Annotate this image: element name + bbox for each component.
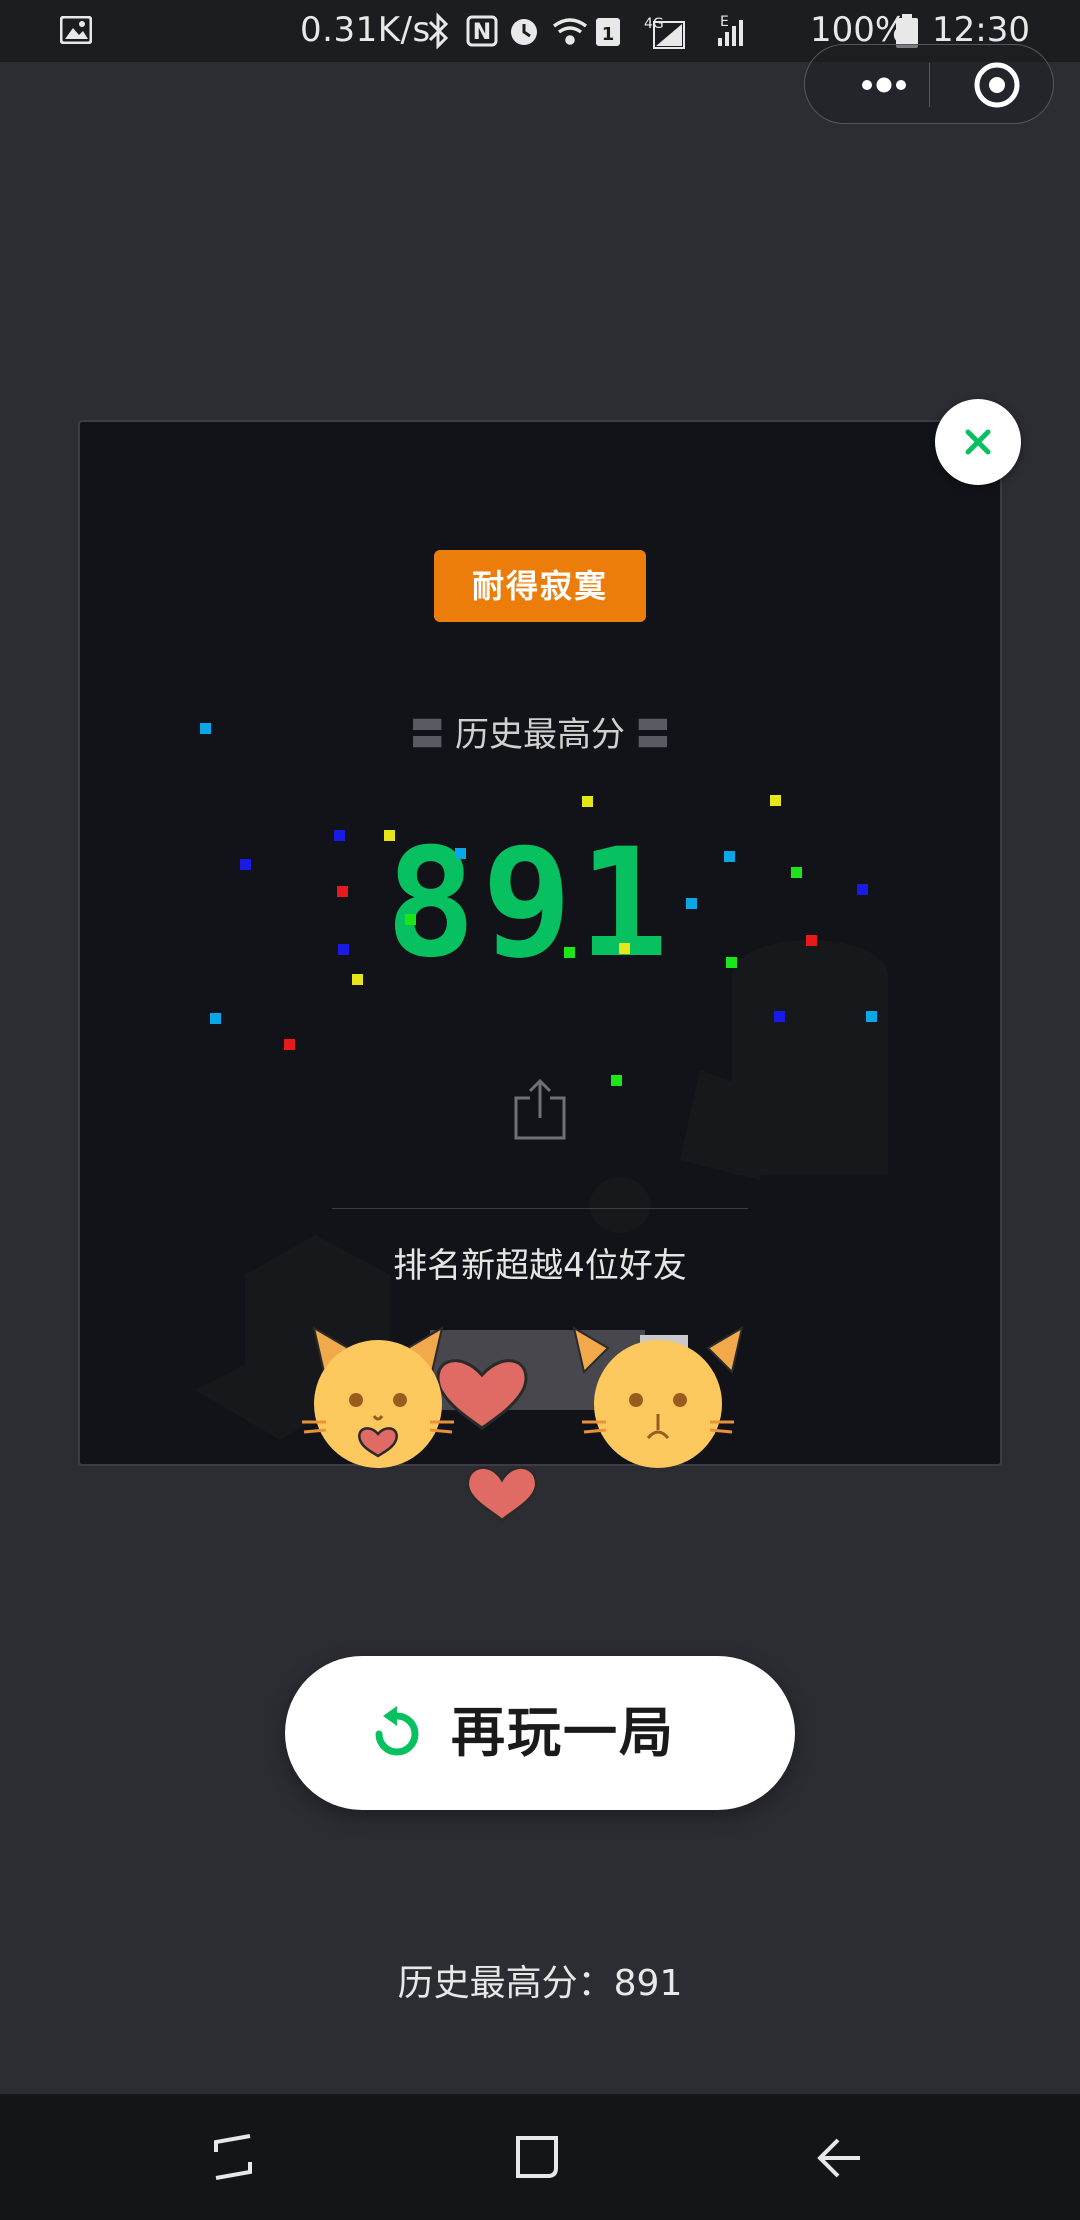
home-icon[interactable]	[514, 2134, 560, 2180]
back-icon[interactable]	[816, 2134, 864, 2182]
recent-apps-icon[interactable]	[210, 2132, 256, 2182]
smiling-cat-icon	[572, 1325, 744, 1468]
kissing-cat-icon	[302, 1325, 454, 1468]
friend-avatars	[302, 1325, 744, 1522]
share-icon[interactable]	[510, 1076, 570, 1142]
heart-icon-small	[466, 1466, 538, 1522]
card-divider	[332, 1208, 748, 1209]
decor-equals-left: 〓	[410, 715, 445, 755]
best-score-value: 891	[386, 820, 675, 970]
score-digits: 891	[386, 820, 675, 970]
close-icon	[965, 429, 991, 455]
close-button[interactable]	[935, 399, 1021, 485]
best-score-label: 〓 历史最高分 〓	[340, 710, 740, 760]
replay-button[interactable]: 再玩一局	[285, 1656, 795, 1810]
best-score-label-text: 历史最高分	[455, 715, 625, 755]
replay-label: 再玩一局	[451, 1701, 675, 1764]
decor-equals-right: 〓	[635, 715, 670, 755]
best-score-footer: 历史最高分：891	[397, 1963, 683, 2004]
replay-icon	[375, 1706, 419, 1756]
navigation-bar	[0, 2094, 1080, 2220]
achievement-badge: 耐得寂寞	[434, 550, 646, 622]
rank-message: 排名新超越4位好友	[393, 1246, 687, 1286]
